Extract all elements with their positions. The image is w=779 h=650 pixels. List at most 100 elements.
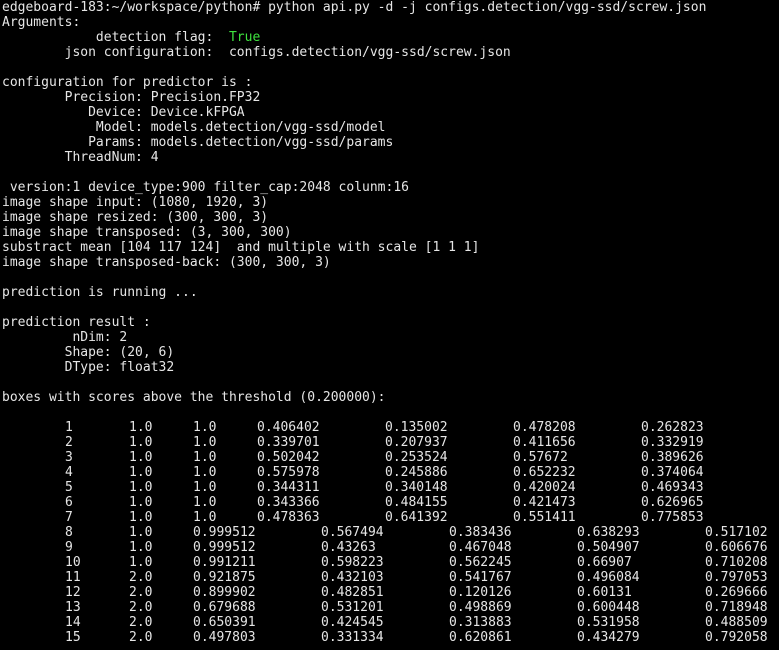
- box-cell: 0.999512: [193, 525, 256, 540]
- box-cell: 2.0: [129, 570, 153, 585]
- box-row: 10 1.0 0.991211 0.598223 0.562245 0.66907 0.71…: [2, 555, 779, 570]
- detection-flag-value: True: [228, 30, 261, 45]
- box-row: 13 2.0 0.679688 0.531201 0.498869 0.600448 0.7…: [2, 600, 779, 615]
- box-cell: 0.797053: [705, 570, 768, 585]
- box-cell: 0.497803: [193, 630, 256, 645]
- box-cell: 0.498869: [449, 600, 512, 615]
- config-threadnum-line: ThreadNum: 4: [2, 150, 159, 165]
- shape-input-line: image shape input: (1080, 1920, 3): [2, 195, 269, 210]
- box-row: 1 1.0 1.0 0.406402 0.135002 0.478208 0.262823: [2, 420, 779, 435]
- box-cell: 1.0: [129, 540, 153, 555]
- shape-resized-line: image shape resized: (300, 300, 3): [2, 210, 269, 225]
- box-cell: 0.420024: [513, 480, 576, 495]
- box-cell: 1.0: [193, 510, 217, 525]
- box-cell: 0.531958: [577, 615, 640, 630]
- box-cell: 11: [65, 570, 81, 585]
- box-cell: 0.467048: [449, 540, 512, 555]
- box-cell: 0.620861: [449, 630, 512, 645]
- shape-transposed-back-line: image shape transposed-back: (300, 300, …: [2, 255, 331, 270]
- config-precision-line: Precision: Precision.FP32: [2, 90, 261, 105]
- command-prompt-line[interactable]: edgeboard-183:~/workspace/python# python…: [2, 0, 779, 15]
- box-cell: 2: [65, 435, 73, 450]
- box-cell: 0.331334: [321, 630, 384, 645]
- box-cell: 1.0: [193, 450, 217, 465]
- box-cell: 1.0: [129, 450, 153, 465]
- config-device-line: Device: Device.kFPGA: [2, 105, 245, 120]
- box-cell: 0.991211: [193, 555, 256, 570]
- box-cell: 0.710208: [705, 555, 768, 570]
- box-cell: 0.421473: [513, 495, 576, 510]
- box-cell: 0.606676: [705, 540, 768, 555]
- box-cell: 0.775853: [641, 510, 704, 525]
- box-cell: 0.517102: [705, 525, 768, 540]
- box-cell: 14: [65, 615, 81, 630]
- box-cell: 15: [65, 630, 81, 645]
- box-row: 5 1.0 1.0 0.344311 0.340148 0.420024 0.469343: [2, 480, 779, 495]
- box-cell: 0.502042: [257, 450, 320, 465]
- box-cell: 0.343366: [257, 495, 320, 510]
- terminal-window[interactable]: edgeboard-183:~/workspace/python# python…: [0, 0, 779, 650]
- detection-flag-line: detection flag: True: [2, 30, 779, 45]
- box-cell: 13: [65, 600, 81, 615]
- box-cell: 0.541767: [449, 570, 512, 585]
- result-shape-line: Shape: (20, 6): [2, 345, 175, 360]
- box-cell: 0.120126: [449, 585, 512, 600]
- box-cell: 2.0: [129, 615, 153, 630]
- box-row: 7 1.0 1.0 0.478363 0.641392 0.551411 0.775853: [2, 510, 779, 525]
- box-cell: 0.626965: [641, 495, 704, 510]
- arguments-header: Arguments:: [2, 15, 81, 30]
- box-row: 12 2.0 0.899902 0.482851 0.120126 0.60131 0.26…: [2, 585, 779, 600]
- box-cell: 0.66907: [577, 555, 632, 570]
- box-cell: 0.478363: [257, 510, 320, 525]
- box-row: 15 2.0 0.497803 0.331334 0.620861 0.434279 0.7…: [2, 630, 779, 645]
- box-cell: 0.424545: [321, 615, 384, 630]
- box-cell: 0.340148: [385, 480, 448, 495]
- box-cell: 1.0: [129, 420, 153, 435]
- box-cell: 0.389626: [641, 450, 704, 465]
- box-cell: 1.0: [129, 495, 153, 510]
- box-cell: 1.0: [193, 435, 217, 450]
- box-cell: 1.0: [129, 435, 153, 450]
- box-cell: 3: [65, 450, 73, 465]
- box-cell: 0.411656: [513, 435, 576, 450]
- box-cell: 0.262823: [641, 420, 704, 435]
- config-header: configuration for predictor is :: [2, 75, 253, 90]
- box-cell: 0.551411: [513, 510, 576, 525]
- box-cell: 0.43263: [321, 540, 376, 555]
- box-cell: 0.562245: [449, 555, 512, 570]
- box-cell: 2.0: [129, 585, 153, 600]
- box-cell: 1.0: [129, 480, 153, 495]
- box-cell: 0.718948: [705, 600, 768, 615]
- box-cell: 0.432103: [321, 570, 384, 585]
- result-dtype-line: DType: float32: [2, 360, 175, 375]
- boxes-header: boxes with scores above the threshold (0…: [2, 390, 386, 405]
- box-cell: 0.488509: [705, 615, 768, 630]
- box-cell: 0.679688: [193, 600, 256, 615]
- box-cell: 0.650391: [193, 615, 256, 630]
- box-cell: 0.383436: [449, 525, 512, 540]
- box-cell: 0.406402: [257, 420, 320, 435]
- box-cell: 0.207937: [385, 435, 448, 450]
- substract-mean-line: substract mean [104 117 124] and multipl…: [2, 240, 480, 255]
- boxes-table-seven-columns: 1 1.0 1.0 0.406402 0.135002 0.478208 0.262823 2…: [2, 420, 779, 525]
- box-row: 6 1.0 1.0 0.343366 0.484155 0.421473 0.626965: [2, 495, 779, 510]
- box-cell: 1: [65, 420, 73, 435]
- box-cell: 9: [65, 540, 73, 555]
- box-cell: 0.135002: [385, 420, 448, 435]
- result-header: prediction result :: [2, 315, 151, 330]
- box-cell: 0.313883: [449, 615, 512, 630]
- box-cell: 2.0: [129, 630, 153, 645]
- box-cell: 0.269666: [705, 585, 768, 600]
- box-cell: 0.652232: [513, 465, 576, 480]
- box-row: 9 1.0 0.999512 0.43263 0.467048 0.504907 0.606…: [2, 540, 779, 555]
- box-cell: 0.921875: [193, 570, 256, 585]
- box-cell: 2.0: [129, 600, 153, 615]
- box-cell: 12: [65, 585, 81, 600]
- detection-flag-label: detection flag:: [2, 30, 229, 45]
- box-cell: 10: [65, 555, 81, 570]
- box-cell: 1.0: [193, 420, 217, 435]
- box-row: 3 1.0 1.0 0.502042 0.253524 0.57672 0.389626: [2, 450, 779, 465]
